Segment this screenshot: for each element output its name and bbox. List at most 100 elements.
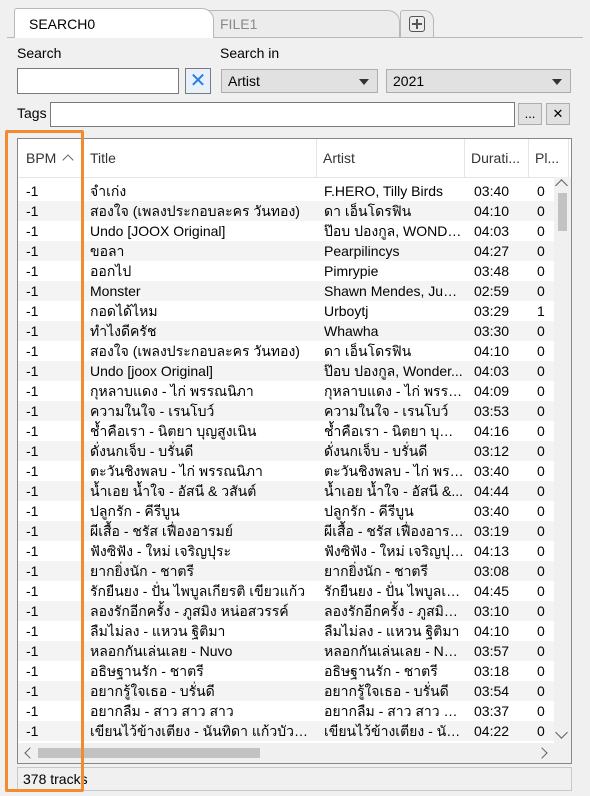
horizontal-scroll-thumb[interactable] (38, 748, 260, 758)
column-header-duration[interactable]: Durati... (465, 139, 529, 177)
tags-browse-label: ... (524, 106, 536, 121)
cell-title: กอดได้ไหม (90, 303, 158, 319)
cell-duration: 03:30 (474, 323, 510, 339)
tab-strip: SEARCH0 FILE1 (0, 0, 590, 38)
cell-duration: 04:10 (474, 343, 510, 359)
cell-bpm: -1 (26, 683, 39, 699)
cell-title: ความในใจ - เรนโบว์ (90, 403, 215, 419)
search-field-value: Artist (228, 73, 260, 89)
cell-duration: 03:40 (474, 183, 510, 199)
table-row[interactable]: -1 สองใจ (เพลงประกอบละคร วันทอง) ดา เอ็นโด… (18, 341, 556, 361)
cell-bpm: -1 (26, 383, 39, 399)
table-row[interactable]: -1 เขียนไว้ข้างเตียง - นันทิดา แก้วบัวสาย… (18, 721, 556, 741)
table-row[interactable]: -1 Undo [joox Original] ป๊อบ ปองกูล, Wonde… (18, 361, 556, 381)
column-header-artist[interactable]: Artist (317, 139, 465, 177)
vertical-scrollbar[interactable] (554, 177, 571, 743)
column-header-plays[interactable]: Pl... (529, 139, 569, 177)
table-row[interactable]: -1 อธิษฐานรัก - ชาตรี อธิษฐานรัก - ชาตรี 03… (18, 661, 556, 681)
table-row[interactable]: -1 ปลูกรัก - คีรีบูน ปลูกรัก - คีรีบูน 03:4… (18, 501, 556, 521)
cell-title: เขียนไว้ข้างเตียง - นันทิดา แก้วบัวสาย (90, 723, 315, 739)
cell-plays: 0 (537, 703, 545, 719)
table-row[interactable]: -1 รักยืนยง - ปั่น ไพบูลเกียรติ เขียวแก้ว… (18, 581, 556, 601)
cell-duration: 04:13 (474, 543, 510, 559)
scroll-up-icon[interactable] (555, 179, 568, 192)
table-row[interactable]: -1 ลองรักอีกครั้ง - ภูสมิง หน่อสวรรค์ ลองร… (18, 601, 556, 621)
cell-duration: 02:59 (474, 283, 510, 299)
cell-title: ออกไป (90, 263, 132, 279)
table-row[interactable]: -1 ทำไงดีครัช Whawha 03:30 0 (18, 321, 556, 341)
cell-bpm: -1 (26, 203, 39, 219)
clear-search-button[interactable]: ✕ (185, 68, 211, 94)
search-input[interactable] (17, 68, 179, 94)
grid-header: BPM Title Artist Durati... Pl... (18, 139, 571, 178)
table-row[interactable]: -1 ดั่งนกเจ็บ - บรั่นดี ดั่งนกเจ็บ - บรั่น… (18, 441, 556, 461)
cell-duration: 03:18 (474, 663, 510, 679)
cell-plays: 0 (537, 423, 545, 439)
tab-search0[interactable]: SEARCH0 (14, 8, 214, 38)
table-row[interactable]: -1 ตะวันชิงพลบ - ไก่ พรรณนิภา ตะวันชิงพลบ … (18, 461, 556, 481)
table-row[interactable]: -1 ลืมไม่ลง - แหวน ฐิติมา ลืมไม่ลง - แหวน … (18, 621, 556, 641)
cell-bpm: -1 (26, 323, 39, 339)
table-row[interactable]: -1 Monster Shawn Mendes, Just... 02:59 0 (18, 281, 556, 301)
tags-input[interactable] (50, 102, 515, 127)
cell-plays: 0 (537, 543, 545, 559)
table-row[interactable]: -1 ยากยิ่งนัก - ชาตรี ยากยิ่งนัก - ชาตรี 03… (18, 561, 556, 581)
cell-bpm: -1 (26, 223, 39, 239)
table-row[interactable]: -1 ขอลา Pearpilincys 04:27 0 (18, 241, 556, 261)
cell-title: ลืมไม่ลง - แหวน ฐิติมา (90, 623, 226, 639)
cell-duration: 04:22 (474, 723, 510, 739)
table-row[interactable]: -1 ช้ำคือเรา - นิตยา บุญสูงเนิน ช้ำคือเรา … (18, 421, 556, 441)
cell-title: Undo [JOOX Original] (90, 223, 226, 239)
table-row[interactable]: -1 ความในใจ - เรนโบว์ ความในใจ - เรนโบว์ 03… (18, 401, 556, 421)
tags-browse-button[interactable]: ... (518, 103, 542, 125)
scroll-down-icon[interactable] (555, 726, 568, 739)
table-row[interactable]: -1 กอดได้ไหม Urboytj 03:29 1 (18, 301, 556, 321)
year-select[interactable]: 2021 (386, 69, 571, 93)
table-row[interactable]: -1 ฟังซิฟัง - ใหม่ เจริญปุระ ฟังซิฟัง - ให… (18, 541, 556, 561)
cell-title: สองใจ (เพลงประกอบละคร วันทอง) (90, 203, 300, 219)
cell-plays: 0 (537, 263, 545, 279)
table-row[interactable]: -1 ออกไป Pimrypie 03:48 0 (18, 261, 556, 281)
table-row[interactable]: -1 อยากลืม - สาว สาว สาว อยากลืม - สาว สาว… (18, 701, 556, 721)
tags-clear-button[interactable]: ✕ (546, 103, 570, 125)
cell-plays: 0 (537, 663, 545, 679)
cell-bpm: -1 (26, 263, 39, 279)
cell-bpm: -1 (26, 283, 39, 299)
horizontal-scrollbar[interactable] (18, 743, 571, 763)
cell-duration: 03:40 (474, 503, 510, 519)
cell-plays: 0 (537, 563, 545, 579)
cell-title: น้ำเอย น้ำใจ - อัสนี & วสันต์ (90, 483, 257, 499)
track-grid: BPM Title Artist Durati... Pl... -1 จำเก่… (17, 138, 572, 764)
add-tab-button[interactable] (400, 10, 434, 37)
table-row[interactable]: -1 กุหลาบแดง - ไก่ พรรณนิภา กุหลาบแดง - ไก… (18, 381, 556, 401)
cell-plays: 0 (537, 323, 545, 339)
tab-file1[interactable]: FILE1 (205, 10, 400, 37)
cell-artist: รักยืนยง - ปั่น ไพบูลเกี... (324, 583, 464, 599)
cell-title: หลอกกันเล่นเลย - Nuvo (90, 643, 233, 659)
table-row[interactable]: -1 ผีเสื้อ - ชรัส เฟื่องอารมย์ ผีเสื้อ - ช… (18, 521, 556, 541)
cell-bpm: -1 (26, 363, 39, 379)
scroll-right-icon[interactable] (536, 747, 548, 759)
column-header-title[interactable]: Title (84, 139, 317, 177)
table-row[interactable]: -1 อยากรู้ใจเธอ - บรั่นดี อยากรู้ใจเธอ - บ… (18, 681, 556, 701)
column-header-bpm[interactable]: BPM (18, 139, 84, 177)
cell-duration: 03:12 (474, 443, 510, 459)
column-header-bpm-label: BPM (26, 150, 57, 166)
scroll-left-icon[interactable] (24, 747, 36, 759)
cell-duration: 03:19 (474, 523, 510, 539)
cell-plays: 0 (537, 603, 545, 619)
table-row[interactable]: -1 สองใจ (เพลงประกอบละคร วันทอง) ดา เอ็นโด… (18, 201, 556, 221)
chevron-down-icon (552, 79, 562, 85)
table-row[interactable]: -1 หลอกกันเล่นเลย - Nuvo หลอกกันเล่นเลย - … (18, 641, 556, 661)
table-row[interactable]: -1 Undo [JOOX Original] ป๊อบ ปองกูล, WONDE… (18, 221, 556, 241)
table-row[interactable]: -1 จำเก่ง F.HERO, Tilly Birds 03:40 0 (18, 181, 556, 201)
cell-plays: 0 (537, 183, 545, 199)
table-row[interactable]: -1 น้ำเอย น้ำใจ - อัสนี & วสันต์ น้ำเอย น้… (18, 481, 556, 501)
cell-artist: ลองรักอีกครั้ง - ภูสมิง ห... (324, 603, 464, 619)
vertical-scroll-thumb[interactable] (558, 193, 567, 231)
search-field-select[interactable]: Artist (221, 69, 378, 93)
cell-duration: 04:45 (474, 583, 510, 599)
cell-artist: ดา เอ็นโดรฟิน (324, 343, 412, 359)
cell-artist: ป๊อบ ปองกูล, Wonder... (324, 363, 463, 379)
cell-title: ขอลา (90, 243, 125, 259)
